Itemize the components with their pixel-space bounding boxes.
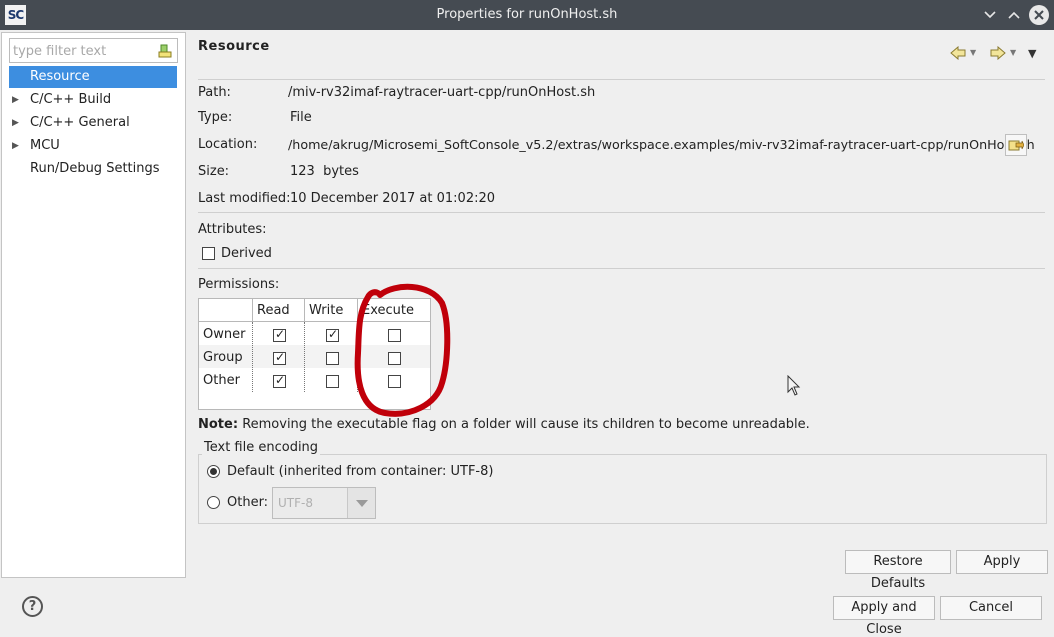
- other-encoding-value: UTF-8: [278, 496, 313, 510]
- expand-arrow-icon[interactable]: ▶: [12, 89, 19, 111]
- group-write-checkbox[interactable]: [326, 352, 339, 365]
- restore-defaults-button[interactable]: Restore Defaults: [845, 550, 951, 591]
- divider: [304, 322, 305, 392]
- row-label-owner: Owner: [203, 327, 246, 342]
- location-value: /home/akrug/Microsemi_SoftConsole_v5.2/e…: [288, 137, 1035, 152]
- tree-item-run-debug[interactable]: Run/Debug Settings: [9, 158, 177, 180]
- modified-label: Last modified:: [198, 191, 291, 206]
- path-value: /miv-rv32imaf-raytracer-uart-cpp/runOnHo…: [288, 85, 596, 100]
- resource-page: Resource ▼ ▼ ▼ Path: /miv-rv32imaf-raytr…: [187, 32, 1054, 591]
- forward-dropdown-icon[interactable]: ▼: [1010, 48, 1016, 57]
- expand-arrow-icon[interactable]: ▶: [12, 135, 19, 157]
- note-message: Removing the executable flag on a folder…: [242, 417, 810, 432]
- help-icon[interactable]: ?: [22, 596, 43, 617]
- divider: [304, 299, 305, 322]
- other-encoding-radio[interactable]: [207, 496, 220, 509]
- divider: [198, 212, 1045, 213]
- title-bar: SC Properties for runOnHost.sh: [0, 0, 1054, 30]
- tree-item-resource[interactable]: Resource: [9, 66, 177, 88]
- owner-write-checkbox[interactable]: [326, 327, 339, 342]
- apply-and-close-button[interactable]: Apply and Close: [833, 596, 935, 637]
- tree-item-cpp-build[interactable]: ▶ C/C++ Build: [9, 89, 177, 111]
- other-encoding-select[interactable]: UTF-8: [272, 487, 376, 519]
- maximize-icon[interactable]: [1004, 5, 1024, 25]
- red-annotation-circle: [354, 283, 451, 417]
- owner-read-checkbox[interactable]: [273, 327, 286, 342]
- minimize-icon[interactable]: [980, 5, 1000, 25]
- filter-field[interactable]: [9, 38, 178, 63]
- derived-label: Derived: [221, 246, 272, 261]
- row-label-group: Group: [203, 350, 243, 365]
- show-in-system-explorer-button[interactable]: [1005, 134, 1027, 156]
- note-label: Note:: [198, 417, 239, 432]
- other-write-checkbox[interactable]: [326, 375, 339, 388]
- row-label-other: Other: [203, 373, 240, 388]
- divider: [198, 268, 1045, 269]
- page-navigation: ▼ ▼ ▼: [950, 45, 1040, 64]
- open-location-icon: [1008, 140, 1025, 151]
- expand-arrow-icon[interactable]: ▶: [12, 112, 19, 134]
- mouse-pointer-icon: [787, 375, 801, 396]
- apply-button[interactable]: Apply: [956, 550, 1048, 574]
- permissions-label: Permissions:: [198, 277, 280, 292]
- divider: [252, 322, 253, 392]
- attributes-label: Attributes:: [198, 222, 267, 237]
- note-text: Note: Removing the executable flag on a …: [198, 417, 810, 432]
- chevron-down-icon[interactable]: [347, 488, 375, 518]
- location-label: Location:: [198, 137, 258, 152]
- group-read-checkbox[interactable]: [273, 350, 286, 365]
- clear-filter-icon[interactable]: [157, 43, 173, 59]
- preference-tree: Resource ▶ C/C++ Build ▶ C/C++ General ▶…: [1, 32, 186, 578]
- default-encoding-label: Default (inherited from container: UTF-8…: [227, 464, 494, 479]
- divider: [252, 299, 253, 322]
- type-label: Type:: [198, 110, 233, 125]
- text-encoding-title: Text file encoding: [202, 440, 321, 455]
- back-arrow-icon[interactable]: [950, 45, 966, 64]
- page-title: Resource: [198, 39, 270, 54]
- path-label: Path:: [198, 85, 231, 100]
- forward-arrow-icon[interactable]: [990, 45, 1006, 64]
- table-header-corner: [199, 299, 252, 322]
- back-dropdown-icon[interactable]: ▼: [970, 48, 976, 57]
- tree-item-cpp-general[interactable]: ▶ C/C++ General: [9, 112, 177, 134]
- column-header-read[interactable]: Read: [252, 299, 304, 322]
- window-title: Properties for runOnHost.sh: [436, 7, 618, 22]
- tree-item-mcu[interactable]: ▶ MCU: [9, 135, 177, 157]
- view-menu-icon[interactable]: ▼: [1028, 47, 1036, 60]
- size-value: 123 bytes: [290, 164, 359, 179]
- other-encoding-label: Other:: [227, 495, 269, 510]
- size-label: Size:: [198, 164, 230, 179]
- derived-checkbox[interactable]: [202, 247, 215, 260]
- close-icon[interactable]: [1029, 5, 1049, 25]
- divider: [198, 79, 1045, 80]
- default-encoding-radio[interactable]: [207, 465, 220, 478]
- filter-input[interactable]: [13, 42, 153, 60]
- type-value: File: [290, 110, 312, 125]
- other-read-checkbox[interactable]: [273, 373, 286, 388]
- cancel-button[interactable]: Cancel: [940, 596, 1042, 620]
- modified-value: 10 December 2017 at 01:02:20: [290, 191, 496, 206]
